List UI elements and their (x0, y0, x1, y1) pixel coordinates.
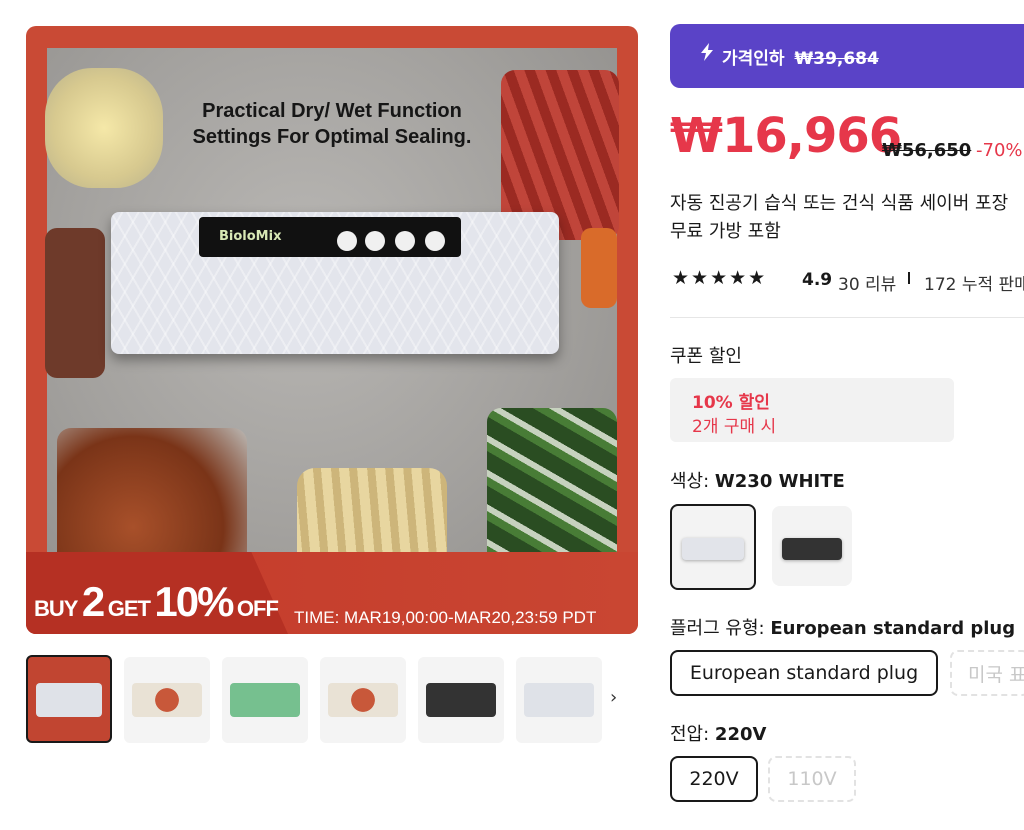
current-price: ₩16,966 (670, 108, 902, 164)
coupon-section-label: 쿠폰 할인 (670, 346, 742, 367)
color-selected-value: W230 WHITE (714, 471, 845, 492)
plug-selected-value: European standard plug (770, 618, 1016, 639)
plug-option-european[interactable]: European standard plug (670, 650, 938, 696)
promo-buy-qty: 2 (81, 578, 105, 625)
swatch-product-image (682, 538, 744, 560)
vacuum-sealer-image: BioloMix (111, 212, 559, 354)
promo-banner: BUY 2 GET 10% OFF TIME: MAR19,00:00-MAR2… (26, 552, 638, 634)
promo-time: TIME: MAR19,00:00-MAR20,23:59 PDT (294, 608, 597, 627)
product-title-line2: 무료 가방 포함 (670, 221, 781, 242)
plug-option-us[interactable]: 미국 표준 (950, 650, 1024, 696)
price-cut-banner: 가격인하 ₩39,684 (670, 24, 1024, 88)
thumbnail-6[interactable] (516, 657, 602, 743)
coupon-title: 10% 할인 (692, 393, 770, 413)
sealer-control-panel: BioloMix (199, 217, 461, 257)
photo-caption: Practical Dry/ Wet Function Settings For… (47, 98, 617, 150)
separator (908, 272, 910, 284)
promo-get: GET (107, 596, 151, 621)
swatch-product-image (782, 538, 842, 560)
carrot-bag-image (581, 228, 617, 308)
rating-value: 4.9 (802, 270, 833, 290)
thumbnail-strip: › (26, 655, 638, 745)
main-product-image[interactable]: Practical Dry/ Wet Function Settings For… (26, 26, 638, 634)
plug-section-label: 플러그 유형: European standard plug (670, 614, 1015, 640)
color-swatch-black[interactable] (772, 506, 852, 586)
price-cut-amount: ₩39,684 (794, 49, 879, 69)
voltage-section-label: 전압: 220V (670, 720, 766, 746)
sold-count: 172 누적 판매 (924, 275, 1024, 295)
star-rating-icon: ★★★★★ (672, 267, 768, 289)
thumbnail-4[interactable] (320, 657, 406, 743)
chevron-right-icon[interactable]: › (610, 687, 617, 708)
thumbnail-5[interactable] (418, 657, 504, 743)
color-swatch-white[interactable] (670, 504, 756, 590)
sealer-brand-logo: BioloMix (219, 229, 282, 244)
divider (670, 317, 1024, 318)
promo-offer-text: BUY 2 GET 10% OFF (34, 578, 279, 626)
original-price: ₩56,650 (882, 140, 972, 161)
sealer-button (425, 231, 445, 251)
sealer-button (337, 231, 357, 251)
photo-caption-line2: Settings For Optimal Sealing. (192, 126, 472, 148)
sealer-button (365, 231, 385, 251)
coupon-card[interactable]: 10% 할인 2개 구매 시 (670, 378, 954, 442)
product-photo: Practical Dry/ Wet Function Settings For… (45, 48, 619, 608)
photo-caption-line1: Practical Dry/ Wet Function (202, 100, 462, 122)
voltage-selected-value: 220V (714, 724, 767, 745)
price-row: ₩16,966 ₩56,650 -70% (670, 108, 1023, 168)
discount-percent: -70% (976, 140, 1023, 161)
meat-bag-image (45, 228, 105, 378)
review-count-link[interactable]: 30 리뷰 (838, 270, 896, 295)
promo-discount: 10% (154, 578, 234, 625)
promo-buy: BUY (34, 596, 78, 621)
thumbnail-2[interactable] (124, 657, 210, 743)
thumbnail-1[interactable] (26, 655, 112, 743)
plug-label: 플러그 유형: (670, 618, 765, 639)
color-label: 색상: (670, 471, 710, 492)
voltage-option-220v[interactable]: 220V (670, 756, 758, 802)
product-title: 자동 진공기 습식 또는 건식 식품 세이버 포장 무료 가방 포함 (670, 190, 1024, 246)
price-cut-label: 가격인하 (722, 49, 785, 69)
sealer-button (395, 231, 415, 251)
thumbnail-3[interactable] (222, 657, 308, 743)
bolt-icon (701, 43, 713, 61)
voltage-option-110v[interactable]: 110V (768, 756, 856, 802)
promo-off: OFF (236, 596, 279, 621)
voltage-label: 전압: (670, 724, 710, 745)
coupon-condition: 2개 구매 시 (692, 417, 777, 437)
color-section-label: 색상: W230 WHITE (670, 467, 845, 493)
product-title-line1: 자동 진공기 습식 또는 건식 식품 세이버 포장 (670, 193, 1009, 214)
